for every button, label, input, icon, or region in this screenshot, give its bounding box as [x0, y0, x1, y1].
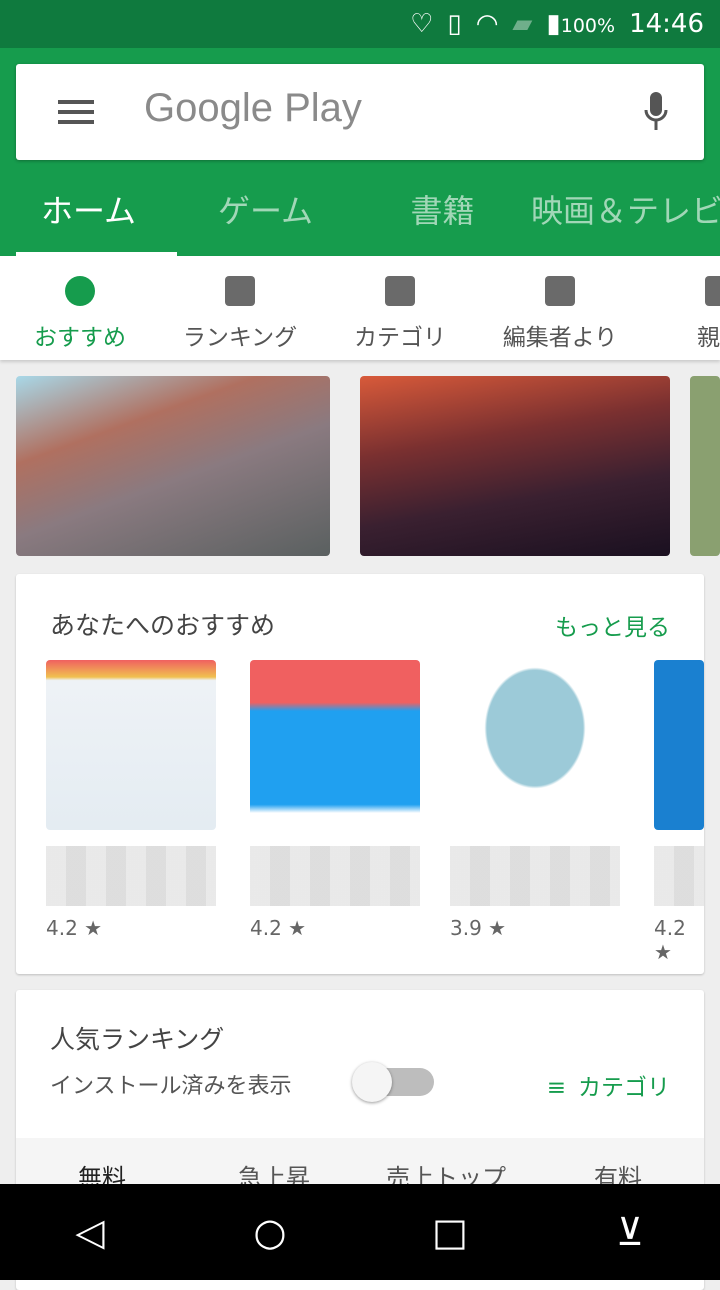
tab-movies[interactable]: 映画＆テレビ — [531, 178, 720, 256]
tab-games[interactable]: ゲーム — [177, 178, 354, 256]
chart-icon — [225, 276, 255, 306]
app-rating: 4.2 ★ — [46, 916, 103, 940]
recents-icon[interactable]: □ — [420, 1210, 480, 1254]
subnav-ranking[interactable]: ランキング — [160, 256, 320, 360]
screen-rotate-icon: ▯ — [447, 9, 462, 39]
tab-books[interactable]: 書籍 — [354, 178, 531, 256]
mic-icon[interactable] — [644, 92, 668, 132]
banner-2[interactable] — [360, 376, 670, 556]
battery-icon: ▮100% — [546, 9, 616, 39]
badge-star-icon — [545, 276, 575, 306]
subnav-label: 編集者より — [502, 325, 618, 351]
recommend-card: あなたへのおすすめ もっと見る 4.2 ★ 4.2 ★ 3.9 ★ 4.2 ★ — [16, 574, 704, 974]
family-icon — [705, 276, 720, 306]
app-item[interactable]: 4.2 ★ — [250, 660, 420, 940]
app-rating: 4.2 ★ — [654, 916, 686, 964]
subnav-label: ランキング — [182, 325, 298, 351]
app-item[interactable]: 3.9 ★ — [450, 660, 620, 940]
status-bar: ♡ ▯ ◠ ▰ ▮100% 14:46 — [0, 0, 720, 48]
category-label: カテゴリ — [578, 1075, 670, 1101]
tab-home[interactable]: ホーム — [0, 178, 177, 256]
back-icon[interactable]: ◁ — [60, 1210, 120, 1254]
app-item[interactable]: 4.2 ★ — [46, 660, 216, 940]
hide-nav-icon[interactable]: ⊻ — [600, 1210, 660, 1254]
subnav-recommended[interactable]: おすすめ — [0, 256, 160, 360]
installed-toggle[interactable] — [352, 1062, 434, 1102]
shapes-icon — [385, 276, 415, 306]
google-play-logo: Google Play — [144, 86, 362, 130]
battery-percent: 100% — [560, 15, 616, 37]
category-filter-button[interactable]: ≡ カテゴリ — [547, 1068, 670, 1102]
header: Google Play ホーム ゲーム 書籍 映画＆テレビ — [0, 48, 720, 256]
filter-icon: ≡ — [546, 1075, 566, 1101]
subnav-category[interactable]: カテゴリ — [320, 256, 480, 360]
heart-mail-icon: ♡ — [410, 9, 434, 39]
home-icon[interactable]: ○ — [240, 1210, 300, 1254]
navigation-bar: ◁ ○ □ ⊻ — [0, 1184, 720, 1280]
app-item[interactable]: 4.2 ★ — [654, 660, 704, 964]
no-sim-icon: ▰ — [512, 9, 533, 39]
app-rating: 4.2 ★ — [250, 916, 307, 940]
subnav-family[interactable]: 親子 — [640, 256, 720, 360]
subnav-label: カテゴリ — [354, 325, 446, 351]
banner-1[interactable] — [16, 376, 330, 556]
banner-3[interactable] — [690, 376, 720, 556]
subnav-label: 親子 — [697, 325, 720, 351]
menu-icon[interactable] — [58, 100, 94, 124]
subnav-label: おすすめ — [34, 325, 126, 351]
search-bar[interactable]: Google Play — [16, 64, 704, 160]
toggle-label: インストール済みを表示 — [50, 1074, 292, 1099]
compass-icon — [65, 276, 95, 306]
wifi-icon: ◠ — [475, 9, 499, 39]
section-title: あなたへのおすすめ — [50, 611, 276, 640]
clock: 14:46 — [629, 9, 704, 39]
sub-navigation: おすすめ ランキング カテゴリ 編集者より 親子 — [0, 256, 720, 360]
subnav-editors[interactable]: 編集者より — [480, 256, 640, 360]
section-title: 人気ランキング — [50, 1025, 225, 1054]
more-link[interactable]: もっと見る — [555, 608, 670, 642]
app-rating: 3.9 ★ — [450, 916, 507, 940]
